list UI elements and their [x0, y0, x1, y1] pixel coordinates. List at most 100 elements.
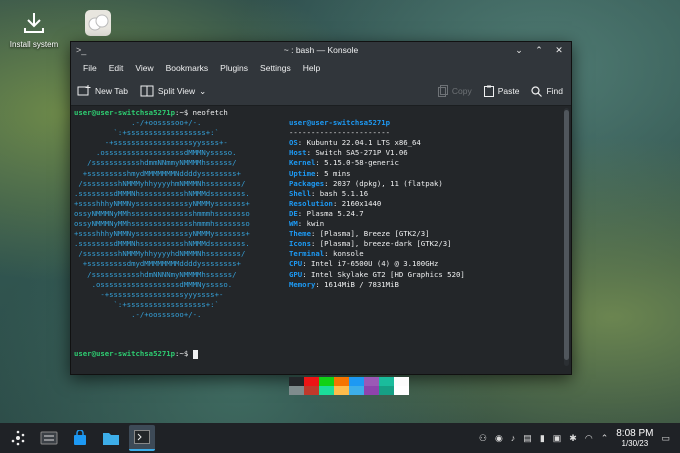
color-swatch — [334, 386, 349, 395]
info-key: Resolution — [289, 198, 333, 208]
logo-line: ossyNMMMNyMMhsssssssssssssshmmmhssssssso — [74, 219, 250, 229]
info-key: WM — [289, 219, 298, 229]
info-separator-colon: : — [297, 138, 307, 148]
logo-line: `:+ssssssssssssssssss+:` — [74, 299, 219, 309]
scrollbar-thumb[interactable] — [564, 110, 569, 360]
find-button[interactable]: Find — [531, 85, 563, 97]
info-key: Theme — [289, 229, 311, 239]
info-separator-colon: : — [332, 198, 342, 208]
find-label: Find — [546, 86, 563, 96]
menu-settings[interactable]: Settings — [254, 63, 297, 73]
show-desktop-icon[interactable]: ▭ — [661, 433, 670, 444]
new-tab-button[interactable]: New Tab — [77, 85, 128, 97]
system-settings-button[interactable] — [36, 425, 62, 451]
minimize-icon[interactable]: ⌄ — [513, 44, 525, 56]
split-view-button[interactable]: Split View ⌄ — [140, 85, 206, 97]
menu-edit[interactable]: Edit — [103, 63, 130, 73]
menu-bookmarks[interactable]: Bookmarks — [160, 63, 215, 73]
clock-date: 1/30/23 — [621, 439, 649, 448]
paste-icon — [483, 85, 494, 97]
color-swatch — [349, 377, 364, 386]
info-separator-colon: : — [297, 208, 307, 218]
system-info: user@user-switchsa5271p ----------------… — [289, 118, 465, 290]
color-swatch — [289, 377, 304, 386]
menu-view[interactable]: View — [129, 63, 159, 73]
menu-plugins[interactable]: Plugins — [214, 63, 254, 73]
info-line: CPU: Intel i7-6500U (4) @ 3.100GHz — [289, 259, 465, 269]
info-value: Intel i7-6500U (4) @ 3.100GHz — [310, 259, 439, 269]
shopping-bag-icon — [74, 430, 86, 445]
copy-button[interactable]: Copy — [437, 85, 472, 97]
terminal-area[interactable]: user@user-switchsa5271p:~$ neofetch .-/+… — [71, 106, 561, 395]
info-separator-colon: : — [324, 249, 333, 259]
info-key: OS — [289, 138, 298, 148]
network-hub-icon[interactable]: ⚇ — [479, 433, 487, 444]
title-bar[interactable]: >_ ~ : bash — Konsole ⌄ ⌃ ✕ — [71, 42, 571, 59]
expand-tray-icon[interactable]: ⌃ — [601, 433, 609, 444]
paste-button[interactable]: Paste — [483, 85, 519, 97]
color-swatch — [319, 386, 334, 395]
info-value: 2160x1440 — [341, 198, 382, 208]
clipboard-icon[interactable]: ▤ — [523, 433, 532, 444]
color-swatches-row-2 — [289, 386, 409, 395]
color-swatch — [289, 386, 304, 395]
download-icon — [19, 8, 49, 38]
info-separator-colon: : — [324, 178, 333, 188]
close-icon[interactable]: ✕ — [553, 44, 565, 56]
color-swatch — [319, 377, 334, 386]
info-line: DE: Plasma 5.24.7 — [289, 209, 465, 219]
terminal-icon — [134, 430, 150, 444]
info-separator-colon: : — [310, 229, 320, 239]
info-separator: ----------------------- — [289, 128, 391, 138]
info-value: 2037 (dpkg), 11 (flatpak) — [332, 178, 443, 188]
logo-line: .ossssssssssssssssssdMMMNysssso. — [74, 279, 233, 289]
window-title: ~ : bash — Konsole — [283, 45, 359, 55]
info-value: [Plasma], Breeze [GTK2/3] — [319, 229, 430, 239]
info-separator-colon: : — [310, 188, 320, 198]
taskbar: ⚇ ◉ ♪ ▤ ▮ ▣ ✱ ◠ ⌃ 8:08 PM 1/30/23 ▭ — [0, 423, 680, 453]
info-value: 5 mins — [324, 168, 351, 178]
prompt-suffix: :~$ — [175, 108, 193, 117]
logo-line: .ssssssssdMMMNhsssssssssshNMMMdssssssss. — [74, 188, 250, 198]
info-line: Theme: [Plasma], Breeze [GTK2/3] — [289, 229, 465, 239]
toolbar: New Tab Split View ⌄ Copy Paste Find — [71, 77, 571, 106]
desktop-icon-install-system[interactable]: Install system — [6, 8, 62, 49]
desktop-icon-steam[interactable] — [80, 8, 116, 40]
info-separator-colon: : — [315, 158, 325, 168]
color-swatch — [394, 377, 409, 386]
konsole-task-button[interactable] — [129, 425, 155, 451]
logo-line: `:+ssssssssssssssssss+:` — [74, 128, 219, 138]
info-line: WM: kwin — [289, 219, 465, 229]
info-value: [Plasma], breeze-dark [GTK2/3] — [319, 239, 452, 249]
info-key: CPU — [289, 259, 303, 269]
battery-icon[interactable]: ▮ — [540, 433, 545, 444]
konsole-window: >_ ~ : bash — Konsole ⌄ ⌃ ✕ File Edit Vi… — [70, 41, 572, 395]
app-launcher-button[interactable] — [5, 425, 31, 451]
file-manager-button[interactable] — [98, 425, 124, 451]
kde-logo-icon — [11, 430, 25, 446]
discover-button[interactable] — [67, 425, 93, 451]
kdeconnect-icon[interactable]: ▣ — [553, 433, 562, 444]
logo-line: +sssshhhyNMMNyssssssssssssyNMMMysssssss+ — [74, 198, 250, 208]
color-swatch — [349, 386, 364, 395]
info-separator-colon: : — [297, 219, 307, 229]
prompt-suffix: :~$ — [175, 349, 193, 358]
info-value: Kubuntu 22.04.1 LTS x86_64 — [306, 138, 421, 148]
color-swatch — [379, 377, 394, 386]
menu-file[interactable]: File — [77, 63, 103, 73]
terminal-line-command: user@user-switchsa5271p:~$ neofetch — [74, 108, 561, 118]
info-separator-colon: : — [315, 279, 325, 289]
updates-icon[interactable]: ◉ — [495, 433, 503, 444]
wifi-icon[interactable]: ◠ — [585, 433, 593, 444]
info-key: Packages — [289, 178, 325, 188]
maximize-icon[interactable]: ⌃ — [533, 44, 545, 56]
info-separator-colon: : — [302, 259, 311, 269]
digital-clock[interactable]: 8:08 PM 1/30/23 — [616, 428, 653, 448]
logo-line: +sssssssssdmydMMMMMMMMddddyssssssss+ — [74, 259, 241, 269]
audio-icon[interactable]: ♪ — [511, 433, 516, 443]
color-swatches-row-1 — [289, 377, 409, 386]
bluetooth-icon[interactable]: ✱ — [569, 433, 577, 444]
logo-line: -+ssssssssssssssssssyyssss+- — [74, 138, 228, 148]
menu-help[interactable]: Help — [297, 63, 326, 73]
info-value: 1614MiB / 7831MiB — [324, 279, 399, 289]
